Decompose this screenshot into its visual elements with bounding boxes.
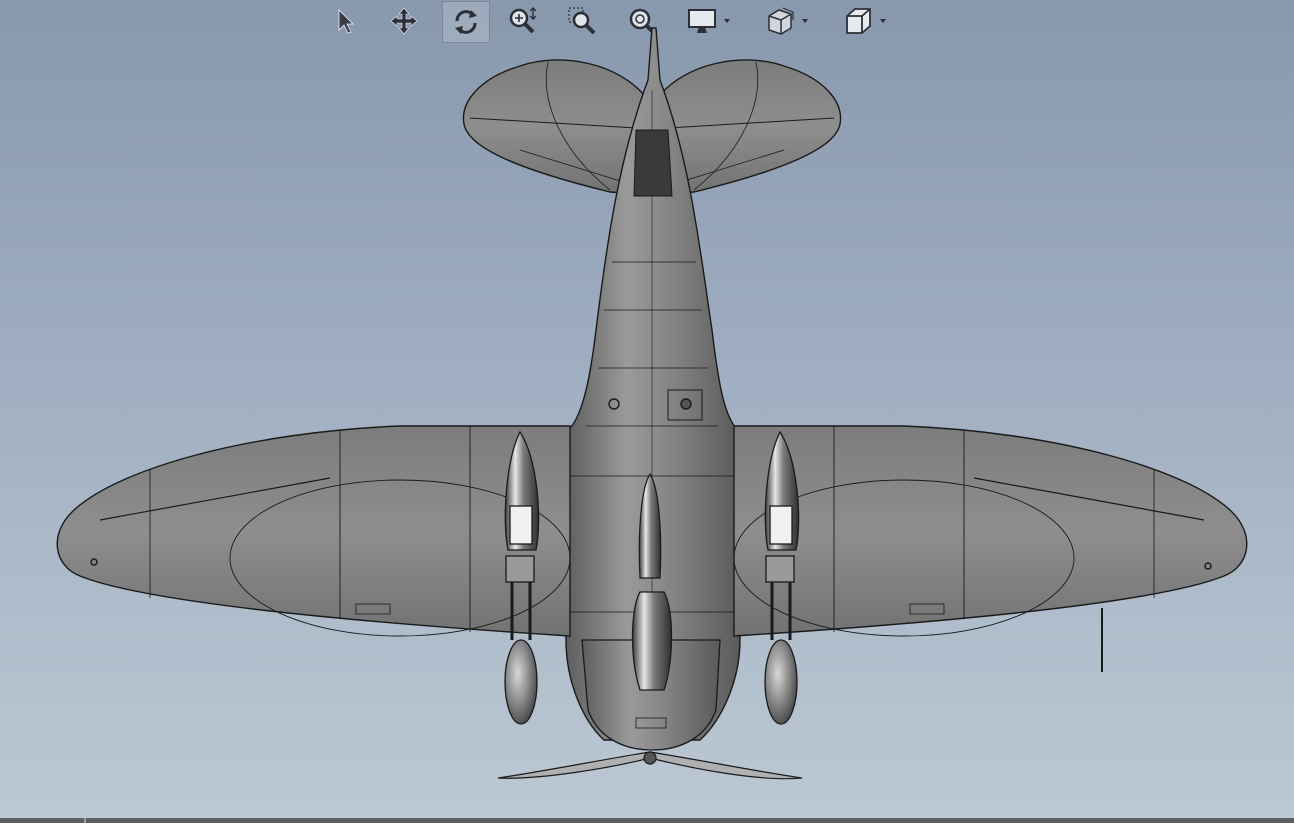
landing-gear-right bbox=[764, 430, 800, 725]
landing-gear-left bbox=[504, 430, 540, 725]
graphics-viewport[interactable] bbox=[0, 0, 1294, 818]
status-bar-divider bbox=[84, 818, 86, 823]
aircraft-3d-model[interactable] bbox=[0, 0, 1294, 818]
propeller bbox=[497, 751, 803, 780]
status-bar bbox=[0, 818, 1294, 823]
